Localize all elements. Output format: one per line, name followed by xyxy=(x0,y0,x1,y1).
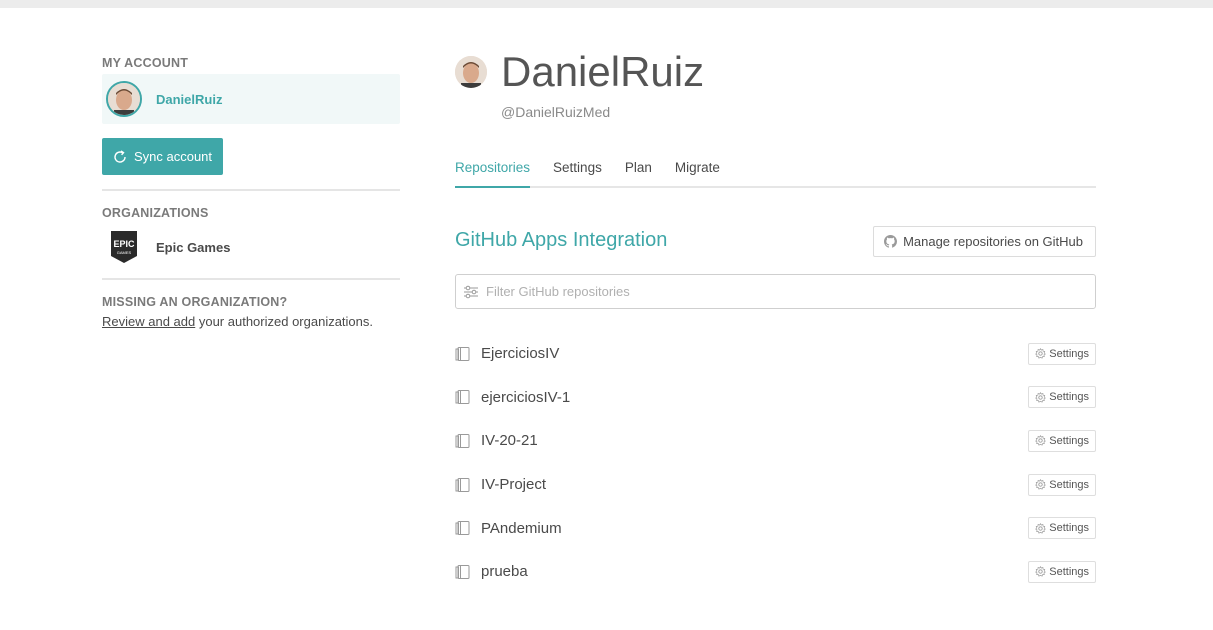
missing-organization-heading: MISSING AN ORGANIZATION? xyxy=(102,295,288,309)
tab-repositories[interactable]: Repositories xyxy=(455,160,531,188)
repo-name[interactable]: EjerciciosIV xyxy=(481,345,559,362)
repo-name[interactable]: ejerciciosIV-1 xyxy=(481,389,570,406)
profile-avatar xyxy=(455,56,487,88)
avatar-face-icon xyxy=(108,83,140,115)
repo-icon xyxy=(455,521,470,536)
sync-icon xyxy=(114,149,126,163)
repo-list: EjerciciosIV Settings ejerciciosIV-1 Settin… xyxy=(455,332,1096,594)
main-content: DanielRuiz @DanielRuizMed Repositories S… xyxy=(455,50,1096,583)
github-icon xyxy=(884,235,898,248)
gear-icon xyxy=(1035,391,1047,403)
review-and-add-link[interactable]: Review and add xyxy=(102,314,195,329)
repo-name[interactable]: IV-20-21 xyxy=(481,432,538,449)
manage-repositories-button[interactable]: Manage repositories on GitHub xyxy=(873,226,1096,257)
sync-account-button[interactable]: Sync account xyxy=(102,138,223,175)
top-bar xyxy=(0,0,1213,8)
gear-icon xyxy=(1035,435,1047,447)
tab-migrate[interactable]: Migrate xyxy=(675,160,720,188)
gear-icon xyxy=(1035,348,1047,359)
avatar-face-icon xyxy=(455,56,487,88)
repo-icon xyxy=(455,433,470,448)
repo-settings-button[interactable]: Settings xyxy=(1028,560,1096,583)
repo-settings-label: Settings xyxy=(1049,391,1089,404)
missing-text-rest: your authorized organizations. xyxy=(195,314,374,329)
repo-row: IV-20-21 Settings xyxy=(455,419,1096,463)
repo-settings-label: Settings xyxy=(1049,347,1089,360)
profile-handle: @DanielRuizMed xyxy=(501,104,611,120)
sidebar: MY ACCOUNT DanielRuiz Sync account ORGAN… xyxy=(102,56,400,329)
repo-icon xyxy=(455,477,470,492)
divider xyxy=(102,189,400,191)
gear-icon xyxy=(1035,566,1047,577)
avatar xyxy=(106,81,142,117)
repo-row: EjerciciosIV Settings xyxy=(455,332,1096,376)
repo-row: ejerciciosIV-1 Settings xyxy=(455,376,1096,420)
my-account-heading: MY ACCOUNT xyxy=(102,56,189,70)
gear-icon xyxy=(1035,479,1047,490)
repo-name[interactable]: IV-Project xyxy=(481,476,546,493)
missing-organization-text: Review and add your authorized organizat… xyxy=(102,314,400,329)
manage-repositories-label: Manage repositories on GitHub xyxy=(903,234,1083,249)
filter-input[interactable] xyxy=(486,284,1086,299)
account-row[interactable]: DanielRuiz xyxy=(102,74,400,124)
profile-name: DanielRuiz xyxy=(501,48,705,95)
organizations-heading: ORGANIZATIONS xyxy=(102,206,209,220)
repo-settings-label: Settings xyxy=(1049,434,1089,447)
tabs: Repositories Settings Plan Migrate xyxy=(455,160,1096,188)
filter-icon xyxy=(464,285,478,298)
gear-icon xyxy=(1035,522,1047,534)
repo-settings-label: Settings xyxy=(1049,565,1089,578)
repo-settings-label: Settings xyxy=(1049,478,1089,491)
epic-games-logo-icon: EPIC GAMES xyxy=(111,231,137,263)
org-logo-subtext: GAMES xyxy=(117,250,132,255)
sync-label: Sync account xyxy=(133,149,213,164)
tab-settings[interactable]: Settings xyxy=(553,160,602,188)
account-name[interactable]: DanielRuiz xyxy=(156,92,222,107)
repo-icon xyxy=(455,346,470,361)
repo-settings-button[interactable]: Settings xyxy=(1028,342,1096,365)
repo-settings-button[interactable]: Settings xyxy=(1028,429,1096,452)
repo-settings-label: Settings xyxy=(1049,522,1089,535)
repo-icon xyxy=(455,564,470,579)
profile-header: DanielRuiz xyxy=(455,50,1096,94)
repo-name[interactable]: PAndemium xyxy=(481,520,562,537)
org-item-epic-games[interactable]: EPIC GAMES Epic Games xyxy=(102,229,400,265)
divider xyxy=(102,278,400,280)
repo-row: IV-Project Settings xyxy=(455,463,1096,507)
tab-plan[interactable]: Plan xyxy=(625,160,652,188)
repo-settings-button[interactable]: Settings xyxy=(1028,473,1096,496)
repo-icon xyxy=(455,390,470,405)
org-logo-text: EPIC xyxy=(113,239,135,249)
repo-settings-button[interactable]: Settings xyxy=(1028,386,1096,409)
filter-field[interactable] xyxy=(455,274,1096,309)
repo-name[interactable]: prueba xyxy=(481,563,528,580)
repo-row: prueba Settings xyxy=(455,550,1096,594)
repo-row: PAndemium Settings xyxy=(455,506,1096,550)
repo-settings-button[interactable]: Settings xyxy=(1028,517,1096,540)
github-apps-integration-title: GitHub Apps Integration xyxy=(455,229,668,251)
org-name[interactable]: Epic Games xyxy=(156,240,230,255)
